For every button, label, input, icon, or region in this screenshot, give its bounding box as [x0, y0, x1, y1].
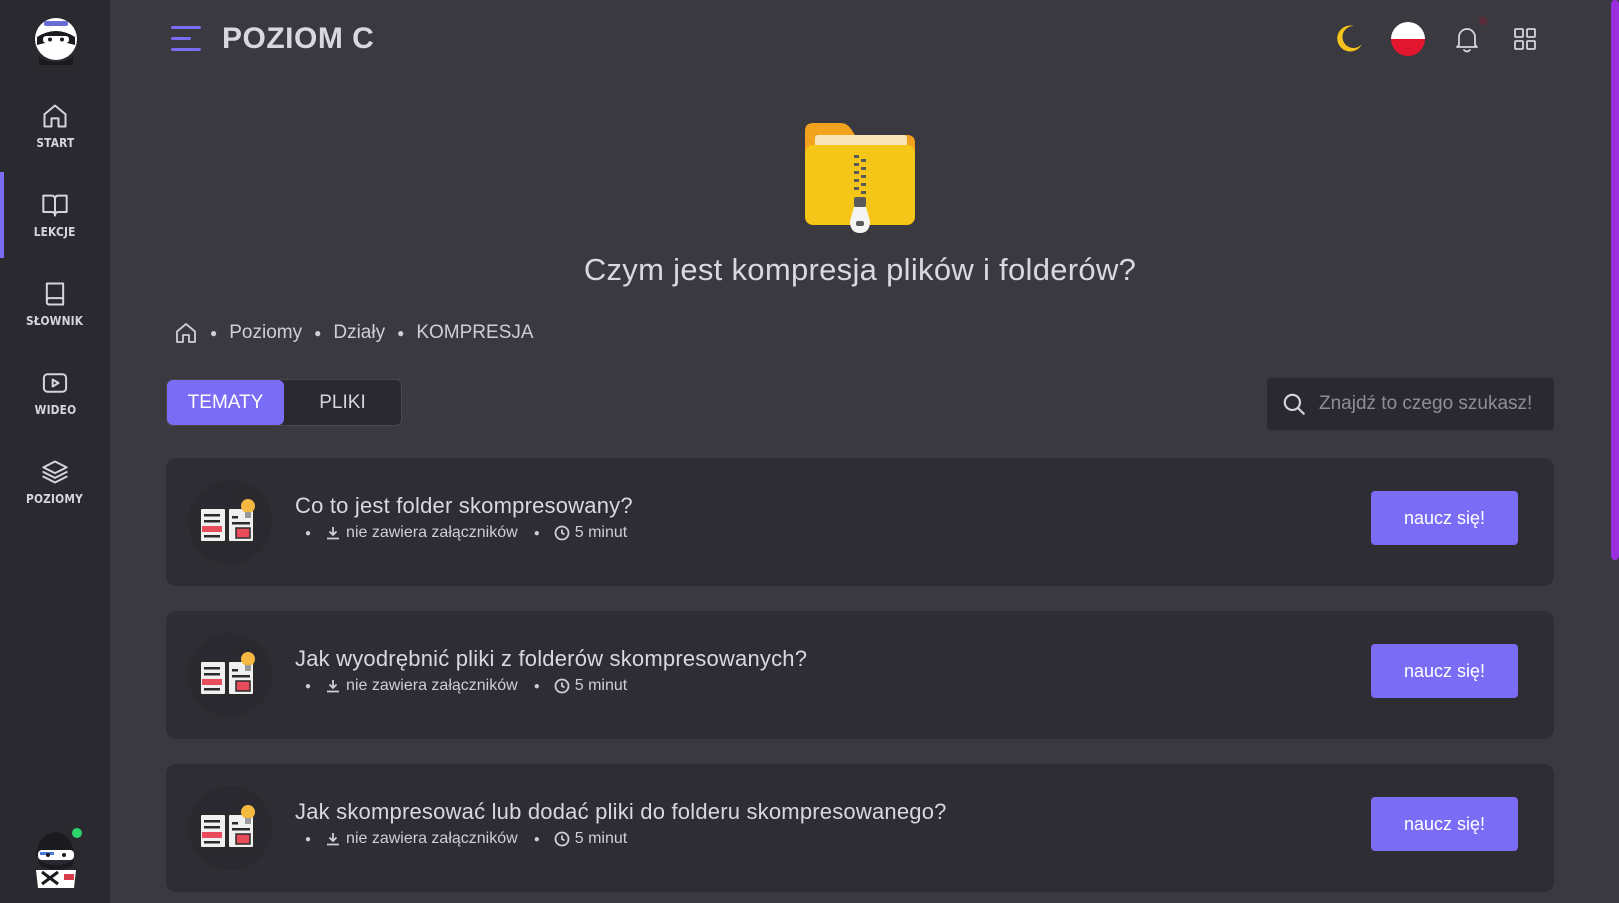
tab-tematy[interactable]: TEMATY: [167, 380, 284, 425]
dark-mode-toggle-icon[interactable]: [1332, 22, 1366, 56]
lesson-duration: 5 minut: [574, 524, 628, 541]
search-box: [1267, 378, 1554, 430]
lesson-attachments: nie zawiera załączników: [346, 524, 518, 541]
lesson-title[interactable]: Jak wyodrębnić pliki z folderów skompres…: [295, 646, 807, 672]
lesson-meta: ● nie zawiera załączników ● 5 minut: [305, 524, 628, 541]
sidebar-item-poziomy[interactable]: POZIOMY: [0, 439, 110, 525]
zip-folder-icon: [803, 121, 917, 237]
tab-bar: TEMATY PLIKI: [166, 379, 402, 426]
layers-icon: [42, 460, 68, 484]
lesson-attachments: nie zawiera załączników: [346, 677, 518, 694]
video-icon: [42, 373, 68, 393]
breadcrumb: ● Poziomy ● Działy ● KOMPRESJA: [174, 318, 534, 348]
notification-dot: [1479, 17, 1487, 25]
lesson-meta: ● nie zawiera załączników ● 5 minut: [305, 830, 628, 847]
clock-icon: [554, 831, 570, 847]
sidebar-item-start[interactable]: START: [0, 83, 110, 169]
sidebar-item-label: POZIOMY: [26, 491, 84, 506]
lesson-book-icon: [188, 480, 272, 564]
sidebar-item-lekcje[interactable]: LEKCJE: [0, 172, 110, 258]
learn-button[interactable]: naucz się!: [1371, 797, 1518, 851]
book-open-icon: [42, 194, 68, 217]
sidebar-item-label: WIDEO: [34, 402, 76, 417]
lesson-duration: 5 minut: [574, 830, 628, 847]
lesson-book-icon: [188, 633, 272, 717]
breadcrumb-item-current: KOMPRESJA: [416, 322, 534, 343]
sidebar-item-wideo[interactable]: WIDEO: [0, 350, 110, 436]
breadcrumb-item[interactable]: Poziomy: [229, 322, 302, 344]
search-input[interactable]: [1319, 393, 1539, 415]
breadcrumb-item[interactable]: Działy: [333, 322, 385, 344]
lesson-meta: ● nie zawiera załączników ● 5 minut: [305, 677, 628, 694]
online-status-indicator: [70, 826, 84, 840]
breadcrumb-separator: ●: [314, 326, 322, 340]
sidebar: START LEKCJE SŁOWNIK WIDEO POZIOMY: [0, 0, 110, 903]
tab-pliki[interactable]: PLIKI: [284, 380, 401, 425]
clock-icon: [554, 525, 570, 541]
avatar[interactable]: [28, 826, 84, 892]
breadcrumb-separator: ●: [210, 326, 218, 340]
lesson-card: Jak skompresować lub dodać pliki do fold…: [166, 764, 1554, 892]
menu-toggle-button[interactable]: [171, 26, 201, 52]
lesson-duration: 5 minut: [574, 677, 628, 694]
sidebar-item-label: SŁOWNIK: [26, 313, 84, 328]
download-icon: [327, 680, 340, 693]
lesson-title[interactable]: Co to jest folder skompresowany?: [295, 493, 633, 519]
sidebar-item-label: START: [35, 135, 75, 150]
lesson-card: Jak wyodrębnić pliki z folderów skompres…: [166, 611, 1554, 739]
lesson-card: Co to jest folder skompresowany? ● nie z…: [166, 458, 1554, 586]
lesson-attachments: nie zawiera załączników: [346, 830, 518, 847]
learn-button[interactable]: naucz się!: [1371, 644, 1518, 698]
search-icon: [1283, 393, 1305, 415]
sidebar-item-label: LEKCJE: [34, 224, 76, 239]
lesson-title[interactable]: Jak skompresować lub dodać pliki do fold…: [295, 799, 947, 825]
bell-icon[interactable]: [1450, 22, 1484, 56]
clock-icon: [554, 678, 570, 694]
download-icon: [327, 527, 340, 540]
apps-grid-icon[interactable]: [1508, 22, 1542, 56]
home-icon: [43, 104, 67, 128]
download-icon: [327, 833, 340, 846]
page-level-title: POZIOM C: [222, 22, 375, 55]
ninja-logo-icon[interactable]: [33, 17, 79, 65]
language-flag-pl-icon[interactable]: [1391, 22, 1425, 56]
breadcrumb-separator: ●: [397, 326, 405, 340]
learn-button[interactable]: naucz się!: [1371, 491, 1518, 545]
page-title: Czym jest kompresja plików i folderów?: [583, 252, 1137, 287]
lesson-book-icon: [188, 786, 272, 870]
home-icon[interactable]: [174, 321, 198, 345]
scrollbar[interactable]: [1611, 0, 1619, 903]
